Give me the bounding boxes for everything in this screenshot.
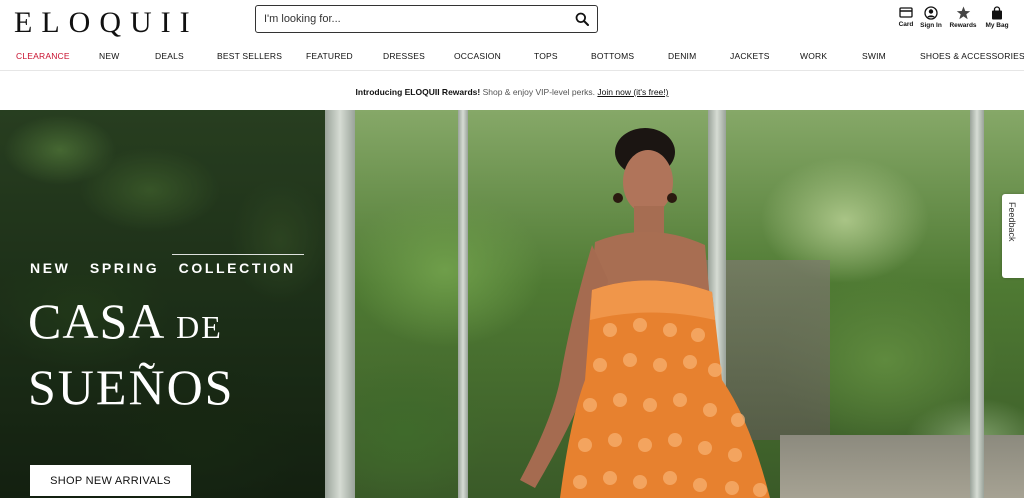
hero-window-frame	[458, 110, 468, 498]
hero-eyebrow-rule	[172, 254, 304, 255]
nav-item-new[interactable]: NEW	[99, 51, 119, 61]
hero-window-frame	[325, 110, 355, 498]
hero-title-small: DE	[176, 309, 223, 345]
rewards-label: Rewards	[949, 22, 977, 29]
search-icon[interactable]	[575, 12, 589, 26]
nav-item-dresses[interactable]: DRESSES	[383, 51, 425, 61]
hero-title-line-1: CASA DE	[28, 296, 223, 352]
my-bag-link[interactable]: My Bag	[981, 6, 1013, 34]
hero-title-main: CASA	[28, 293, 163, 349]
my-bag-label: My Bag	[985, 22, 1009, 29]
feedback-tab[interactable]: Feedback	[1002, 194, 1024, 278]
promo-bar: Introducing ELOQUII Rewards! Shop & enjo…	[0, 71, 1024, 110]
nav-item-shoes-accessories[interactable]: SHOES & ACCESSORIES	[920, 51, 1024, 61]
brand-logo[interactable]: ELOQUII	[14, 6, 199, 40]
search-input[interactable]	[264, 6, 564, 32]
main-nav: CLEARANCE NEW DEALS BEST SELLERS FEATURE…	[0, 44, 1024, 70]
nav-item-swim[interactable]: SWIM	[862, 51, 886, 61]
user-icon	[924, 6, 938, 20]
site-header: ELOQUII Card Sign In Rewards M	[0, 0, 1024, 44]
nav-item-tops[interactable]: TOPS	[534, 51, 558, 61]
hero-model-image	[520, 128, 770, 498]
nav-item-denim[interactable]: DENIM	[668, 51, 696, 61]
nav-item-clearance[interactable]: CLEARANCE	[16, 51, 70, 61]
nav-item-work[interactable]: WORK	[800, 51, 827, 61]
sign-in-link[interactable]: Sign In	[915, 6, 947, 34]
star-icon	[956, 6, 970, 20]
nav-item-bottoms[interactable]: BOTTOMS	[591, 51, 634, 61]
card-icon	[899, 7, 913, 18]
promo-join-link[interactable]: Join now (it's free!)	[597, 87, 668, 97]
feedback-label: Feedback	[1007, 202, 1017, 242]
hero-eyebrow: NEW SPRING COLLECTION	[30, 260, 296, 276]
nav-item-deals[interactable]: DEALS	[155, 51, 184, 61]
shop-new-arrivals-button[interactable]: SHOP NEW ARRIVALS	[30, 465, 191, 496]
search-box[interactable]	[255, 5, 598, 33]
rewards-link[interactable]: Rewards	[947, 6, 979, 34]
nav-item-featured[interactable]: FEATURED	[306, 51, 353, 61]
hero-banner[interactable]: NEW SPRING COLLECTION CASA DE SUEÑOS SHO…	[0, 110, 1024, 498]
hero-title-line-2: SUEÑOS	[28, 359, 235, 415]
nav-item-occasion[interactable]: OCCASION	[454, 51, 501, 61]
nav-item-best-sellers[interactable]: BEST SELLERS	[217, 51, 282, 61]
bag-icon	[992, 6, 1002, 20]
promo-headline: Introducing ELOQUII Rewards!	[355, 87, 481, 97]
promo-text: Shop & enjoy VIP-level perks.	[482, 87, 596, 97]
hero-window-frame	[970, 110, 984, 498]
sign-in-label: Sign In	[920, 22, 942, 29]
nav-item-jackets[interactable]: JACKETS	[730, 51, 770, 61]
